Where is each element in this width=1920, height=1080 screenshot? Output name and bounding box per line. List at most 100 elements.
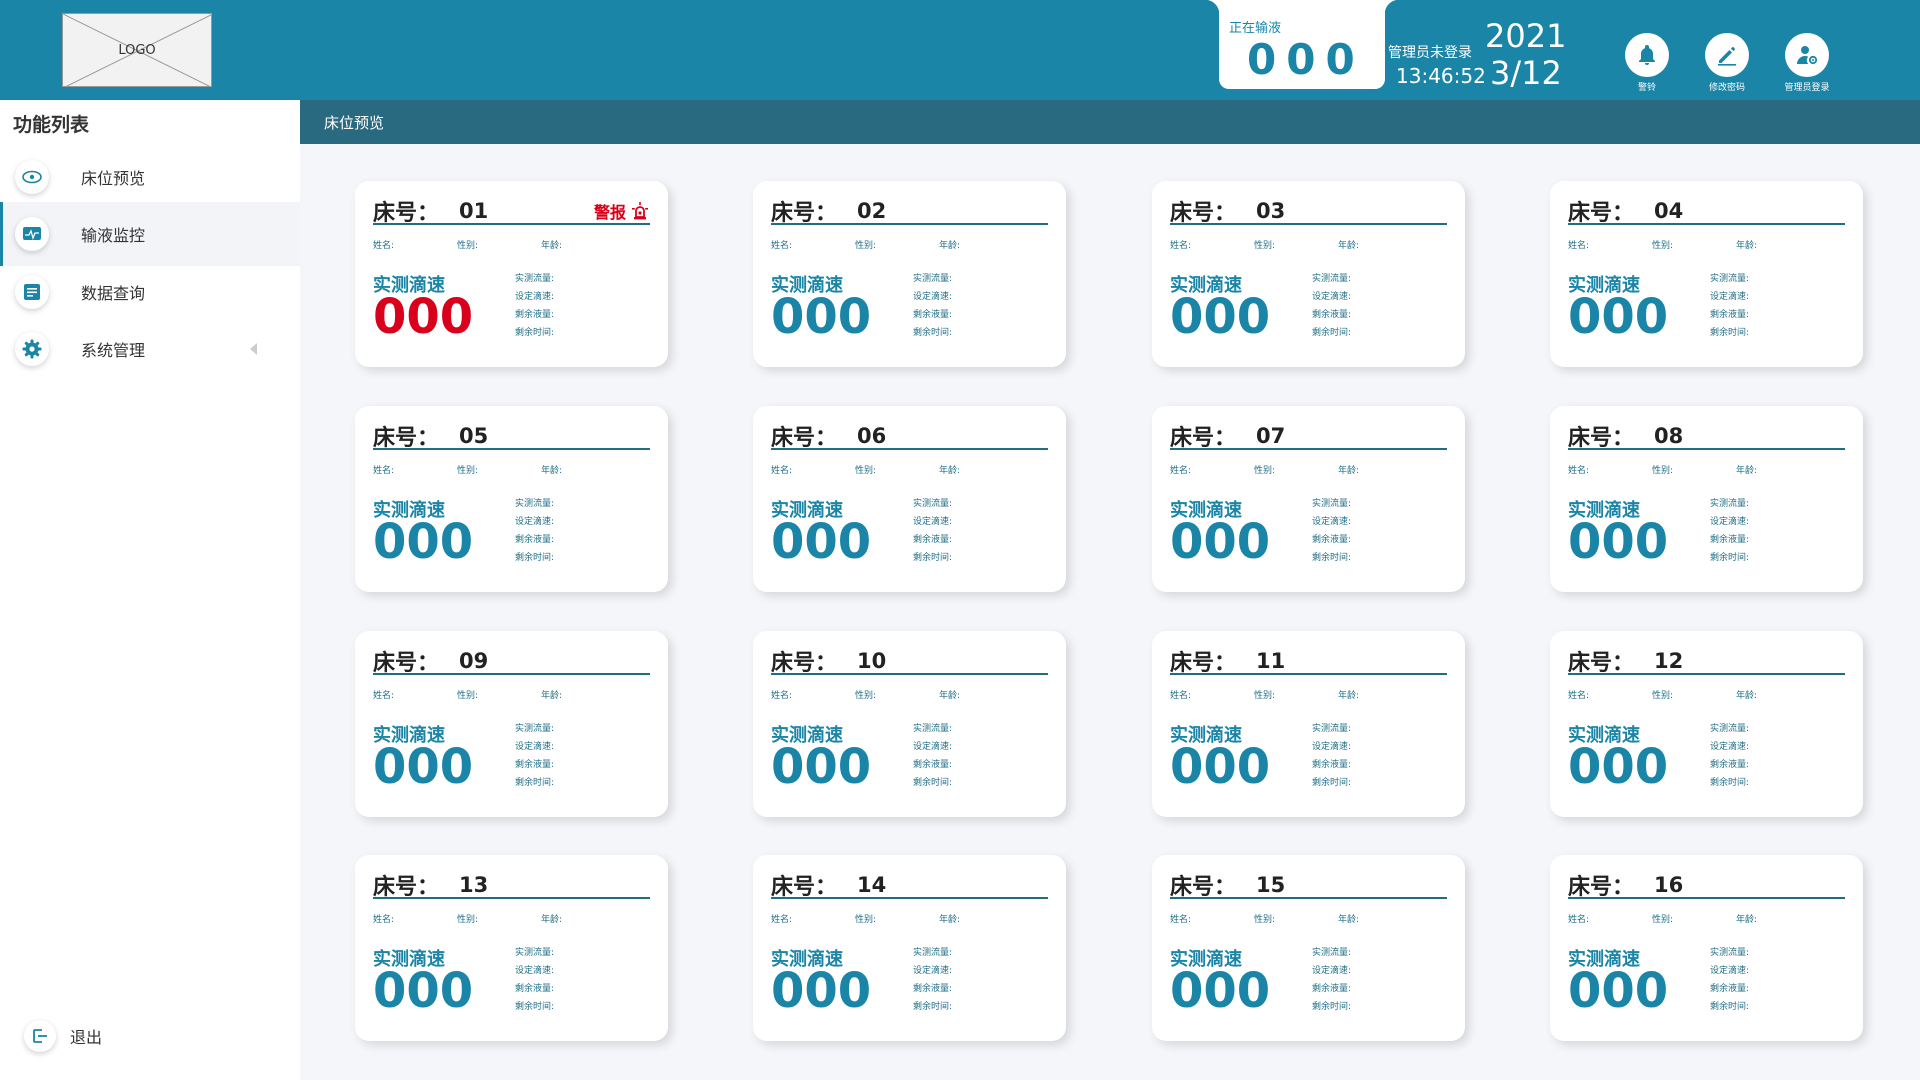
bed-header: 床号： 14 [771, 869, 1048, 900]
remaining-volume-label: 剩余液量: [1312, 310, 1352, 320]
bed-header: 床号： 10 [771, 645, 1048, 676]
measured-rate-value: 000 [771, 739, 872, 795]
change-password-button[interactable]: 修改密码 [1692, 33, 1762, 93]
sidebar-item-bed-preview[interactable]: 床位预览 [0, 145, 300, 209]
patient-gender-label: 性别: [855, 691, 877, 701]
sidebar-item-infusion-monitor[interactable]: 输液监控 [0, 202, 300, 266]
measured-rate-value: 000 [771, 963, 872, 1019]
bed-card[interactable]: 床号： 16 姓名: 性别: 年龄: 实测滴速 000 实测流量: 设定滴速: 剩余液量: 剩余时间… [1550, 855, 1863, 1041]
sidebar-item-label: 系统管理 [81, 341, 146, 360]
set-rate-label: 设定滴速: [515, 742, 555, 752]
bed-label: 床号： [771, 201, 838, 226]
alarm-indicator[interactable]: 警报 [594, 199, 650, 223]
date-month-day: 3/12 [1490, 54, 1562, 92]
measured-flow-label: 实测流量: [515, 948, 555, 958]
sidebar-item-data-query[interactable]: 数据查询 [0, 260, 300, 324]
measured-rate-value: 000 [1170, 739, 1271, 795]
bed-number: 10 [857, 649, 887, 673]
patient-name-label: 姓名: [1170, 241, 1192, 251]
sidebar-item-label: 床位预览 [81, 169, 146, 188]
set-rate-label: 设定滴速: [913, 517, 953, 527]
remaining-time-label: 剩余时间: [515, 553, 555, 563]
measured-flow-label: 实测流量: [1312, 948, 1352, 958]
set-rate-label: 设定滴速: [913, 292, 953, 302]
alarm-bell-button[interactable]: 警铃 [1612, 33, 1682, 93]
bed-header: 床号： 12 [1568, 645, 1845, 676]
bed-label: 床号： [771, 875, 838, 900]
bed-number: 15 [1256, 873, 1286, 897]
remaining-time-label: 剩余时间: [1312, 328, 1352, 338]
bed-card[interactable]: 床号： 09 姓名: 性别: 年龄: 实测滴速 000 实测流量: 设定滴速: 剩余液量: 剩余时间… [355, 631, 668, 817]
remaining-time-label: 剩余时间: [1710, 553, 1750, 563]
bed-card[interactable]: 床号： 11 姓名: 性别: 年龄: 实测滴速 000 实测流量: 设定滴速: 剩余液量: 剩余时间… [1152, 631, 1465, 817]
set-rate-label: 设定滴速: [1710, 966, 1750, 976]
set-rate-label: 设定滴速: [1710, 517, 1750, 527]
change-password-label: 修改密码 [1708, 83, 1745, 93]
infusing-panel: 正在输液 000 [1205, 0, 1399, 89]
bed-header: 床号： 15 [1170, 869, 1447, 900]
logout-button[interactable]: 退出 [24, 1020, 102, 1052]
alarm-bell-label: 警铃 [1637, 83, 1656, 93]
bed-number: 04 [1654, 199, 1684, 223]
measured-rate-value: 000 [1170, 289, 1271, 345]
patient-name-label: 姓名: [1568, 691, 1590, 701]
patient-age-label: 年龄: [541, 466, 563, 476]
remaining-time-label: 剩余时间: [913, 778, 953, 788]
patient-gender-label: 性别: [1652, 691, 1674, 701]
infusing-count: 000 [1247, 35, 1365, 84]
bed-card[interactable]: 床号： 08 姓名: 性别: 年龄: 实测滴速 000 实测流量: 设定滴速: 剩余液量: 剩余时间… [1550, 406, 1863, 592]
sidebar-item-system-management[interactable]: 系统管理 [0, 317, 300, 381]
bed-number: 02 [857, 199, 887, 223]
measured-flow-label: 实测流量: [515, 499, 555, 509]
bed-number: 11 [1256, 649, 1286, 673]
document-icon [24, 284, 40, 300]
bed-card[interactable]: 床号： 02 姓名: 性别: 年龄: 实测滴速 000 实测流量: 设定滴速: 剩余液量: 剩余时间… [753, 181, 1066, 367]
bed-card[interactable]: 床号： 05 姓名: 性别: 年龄: 实测滴速 000 实测流量: 设定滴速: 剩余液量: 剩余时间… [355, 406, 668, 592]
measured-flow-label: 实测流量: [1710, 724, 1750, 734]
patient-age-label: 年龄: [939, 466, 961, 476]
clock-time: 13:46:52 [1396, 64, 1486, 88]
set-rate-label: 设定滴速: [1312, 742, 1352, 752]
bed-card[interactable]: 床号： 07 姓名: 性别: 年龄: 实测滴速 000 实测流量: 设定滴速: 剩余液量: 剩余时间… [1152, 406, 1465, 592]
alarm-label: 警报 [593, 203, 626, 222]
patient-age-label: 年龄: [939, 241, 961, 251]
measured-flow-label: 实测流量: [913, 274, 953, 284]
bed-card[interactable]: 床号： 04 姓名: 性别: 年龄: 实测滴速 000 实测流量: 设定滴速: 剩余液量: 剩余时间… [1550, 181, 1863, 367]
remaining-time-label: 剩余时间: [515, 328, 555, 338]
patient-gender-label: 性别: [457, 466, 479, 476]
remaining-time-label: 剩余时间: [1710, 328, 1750, 338]
admin-login-button[interactable]: 管理员登录 [1772, 33, 1842, 93]
measured-flow-label: 实测流量: [1312, 724, 1352, 734]
measured-rate-value: 000 [1568, 963, 1669, 1019]
bed-card[interactable]: 床号： 06 姓名: 性别: 年龄: 实测滴速 000 实测流量: 设定滴速: 剩余液量: 剩余时间… [753, 406, 1066, 592]
remaining-time-label: 剩余时间: [1312, 1002, 1352, 1012]
patient-gender-label: 性别: [855, 466, 877, 476]
chevron-left-icon [250, 343, 257, 355]
patient-age-label: 年龄: [939, 691, 961, 701]
bed-number: 08 [1654, 424, 1684, 448]
patient-gender-label: 性别: [1254, 466, 1276, 476]
sidebar-item-label: 数据查询 [81, 284, 146, 303]
bed-card[interactable]: 床号： 13 姓名: 性别: 年龄: 实测滴速 000 实测流量: 设定滴速: 剩余液量: 剩余时间… [355, 855, 668, 1041]
patient-name-label: 姓名: [1568, 915, 1590, 925]
bed-number: 13 [459, 873, 489, 897]
remaining-time-label: 剩余时间: [913, 1002, 953, 1012]
sidebar-title: 功能列表 [13, 114, 90, 136]
bed-card[interactable]: 床号： 15 姓名: 性别: 年龄: 实测滴速 000 实测流量: 设定滴速: 剩余液量: 剩余时间… [1152, 855, 1465, 1041]
bed-card[interactable]: 床号： 14 姓名: 性别: 年龄: 实测滴速 000 实测流量: 设定滴速: 剩余液量: 剩余时间… [753, 855, 1066, 1041]
measured-rate-value: 000 [771, 289, 872, 345]
measured-rate-value: 000 [1170, 963, 1271, 1019]
bed-number: 05 [459, 424, 489, 448]
bed-card[interactable]: 床号： 12 姓名: 性别: 年龄: 实测滴速 000 实测流量: 设定滴速: 剩余液量: 剩余时间… [1550, 631, 1863, 817]
bed-card[interactable]: 床号： 10 姓名: 性别: 年龄: 实测滴速 000 实测流量: 设定滴速: 剩余液量: 剩余时间… [753, 631, 1066, 817]
measured-rate-value: 000 [1568, 514, 1669, 570]
patient-age-label: 年龄: [1338, 241, 1360, 251]
bed-number: 12 [1654, 649, 1684, 673]
patient-gender-label: 性别: [1652, 466, 1674, 476]
measured-flow-label: 实测流量: [1710, 274, 1750, 284]
measured-rate-value: 000 [373, 739, 474, 795]
bed-card[interactable]: 床号： 03 姓名: 性别: 年龄: 实测滴速 000 实测流量: 设定滴速: 剩余液量: 剩余时间… [1152, 181, 1465, 367]
top-header: LOGO 正在输液 000 管理员未登录 13:46:52 2021 3/12 … [0, 0, 1920, 100]
logo: LOGO [62, 13, 212, 87]
bed-card[interactable]: 床号： 01 警报 姓名: 性别: 年龄: 实测滴速 000 实测流量: 设定滴速: 剩余液量: 剩余… [355, 181, 668, 367]
